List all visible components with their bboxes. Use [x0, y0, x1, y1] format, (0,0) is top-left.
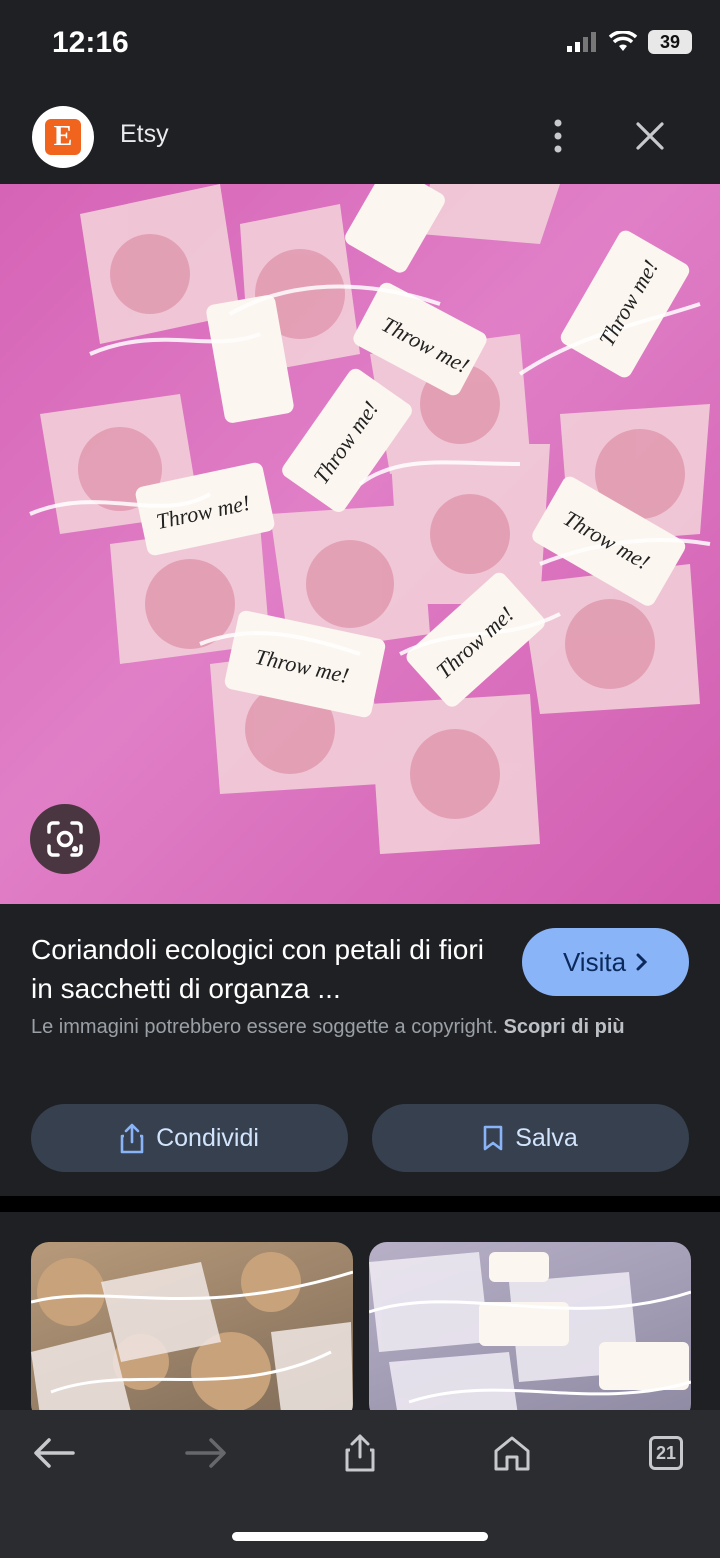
battery-indicator: 39 — [648, 30, 692, 54]
tabs-button[interactable]: 21 — [636, 1428, 696, 1478]
visit-label: Visita — [562, 946, 627, 977]
save-button[interactable]: Salva — [372, 1104, 689, 1172]
site-name[interactable]: Etsy — [120, 120, 169, 149]
learn-more-link[interactable]: Scopri di più — [504, 1016, 625, 1038]
section-divider — [0, 1196, 720, 1212]
home-icon — [494, 1436, 530, 1471]
status-time: 12:16 — [52, 26, 129, 59]
viewer-top-bar: E Etsy — [0, 90, 720, 184]
main-product-image[interactable]: Throw me! Throw me! Throw me! Throw me! … — [0, 184, 720, 904]
result-info-panel: Coriandoli ecologici con petali di fiori… — [0, 904, 720, 1196]
lens-icon — [47, 821, 83, 857]
result-title[interactable]: Coriandoli ecologici con petali di fiori… — [31, 930, 501, 1008]
etsy-logo-letter: E — [45, 119, 81, 155]
signal-icon — [567, 32, 596, 52]
copyright-text: Le immagini potrebbero essere soggette a… — [31, 1016, 498, 1038]
more-options-icon[interactable] — [540, 114, 576, 158]
related-images — [0, 1212, 720, 1422]
share-label: Condividi — [156, 1123, 259, 1152]
arrow-right-icon — [185, 1438, 226, 1468]
arrow-left-icon — [34, 1438, 75, 1468]
tab-count-icon: 21 — [649, 1436, 683, 1470]
share-icon — [120, 1123, 144, 1154]
forward-button[interactable] — [176, 1428, 236, 1478]
browser-share-button[interactable] — [330, 1428, 390, 1478]
back-button[interactable] — [24, 1428, 84, 1478]
visit-button[interactable]: Visita — [522, 928, 689, 996]
chevron-right-icon — [636, 953, 648, 971]
home-button[interactable] — [482, 1428, 542, 1478]
related-image-thumbnail[interactable] — [369, 1242, 691, 1422]
related-image-thumbnail[interactable] — [31, 1242, 353, 1422]
etsy-logo[interactable]: E — [32, 106, 94, 168]
home-indicator — [232, 1532, 488, 1541]
copyright-notice: Le immagini potrebbero essere soggette a… — [31, 1012, 691, 1043]
save-label: Salva — [515, 1123, 578, 1152]
share-icon — [345, 1434, 375, 1472]
status-bar: 12:16 39 — [0, 0, 720, 90]
close-icon[interactable] — [628, 114, 672, 158]
wifi-icon — [608, 31, 638, 51]
visual-search-button[interactable] — [30, 804, 100, 874]
status-icons: 39 — [566, 30, 692, 54]
browser-bottom-toolbar: 21 — [0, 1410, 720, 1558]
bookmark-icon — [483, 1125, 503, 1151]
share-button[interactable]: Condividi — [31, 1104, 348, 1172]
organza-bags-illustration: Throw me! Throw me! Throw me! Throw me! … — [29, 184, 711, 854]
